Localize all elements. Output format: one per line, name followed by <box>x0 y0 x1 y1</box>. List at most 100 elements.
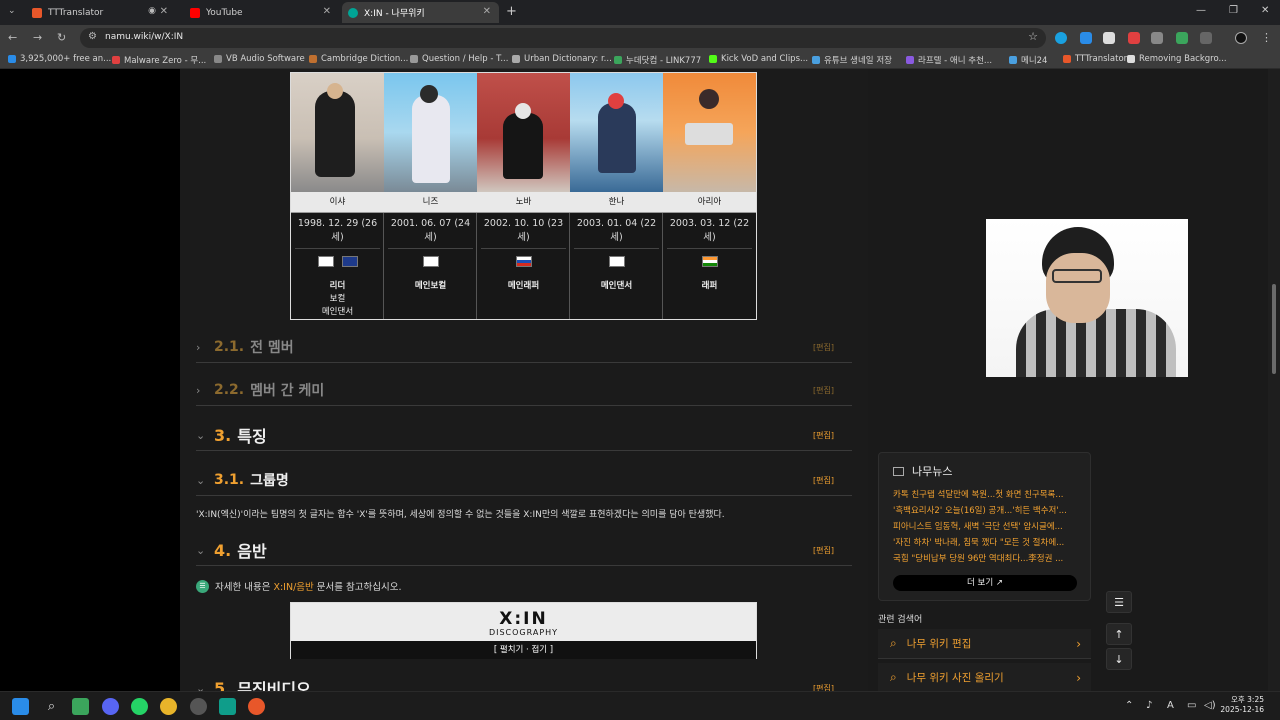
close-window-icon[interactable]: ✕ <box>1261 5 1269 16</box>
expand-chevron-icon: › <box>196 383 201 397</box>
chrome-menu-icon[interactable]: ⋮ <box>1261 31 1272 44</box>
search-icon[interactable]: ⌕ <box>43 698 60 715</box>
section-heading-3[interactable]: ⌄ 3. 특징 [편집] <box>196 422 852 448</box>
section-heading-4[interactable]: ⌄ 4. 음반 [편집] <box>196 537 852 563</box>
bookmark-favicon-icon <box>709 55 717 63</box>
edit-link[interactable]: [편집] <box>813 545 834 556</box>
section-heading-2-1[interactable]: › 2.1. 전 멤버 [편집] <box>196 334 852 360</box>
app-icon[interactable] <box>72 698 89 715</box>
bookmark-item[interactable]: VB Audio Software <box>214 54 305 64</box>
microphone-icon[interactable]: ♪ <box>1146 700 1152 711</box>
maximize-icon[interactable]: ❐ <box>1229 5 1238 16</box>
news-item[interactable]: '자진 하차' 박나래, 침묵 깼다 "모든 것 절차에... <box>893 536 1083 548</box>
back-icon[interactable]: ← <box>8 31 17 44</box>
tab-youtube[interactable]: YouTube ✕ <box>184 2 339 23</box>
extensions-puzzle-icon[interactable] <box>1200 32 1212 44</box>
news-more-button[interactable]: 더 보기 ↗ <box>893 575 1077 591</box>
member-nationality <box>477 256 570 270</box>
profile-avatar[interactable] <box>1235 32 1247 44</box>
news-item[interactable]: 피아니스트 임동혁, 새벽 '극단 선택' 암시글에... <box>893 520 1083 532</box>
system-clock[interactable]: 오후 3:25 2025-12-16 <box>1220 695 1264 715</box>
news-item[interactable]: 카톡 친구탭 석달만에 복원...첫 화면 친구목록... <box>893 488 1083 500</box>
scroll-bottom-button[interactable]: ↓ <box>1106 648 1132 670</box>
extension-icon[interactable] <box>1080 32 1092 44</box>
collapse-chevron-icon: ⌄ <box>196 543 206 557</box>
edit-link[interactable]: [편집] <box>813 342 834 353</box>
expand-chevron-icon: › <box>196 340 201 354</box>
tab-search-icon[interactable]: ⌄ <box>8 6 16 16</box>
section-heading-2-2[interactable]: › 2.2. 멤버 간 케미 [편집] <box>196 377 852 403</box>
site-info-icon[interactable]: ⚙ <box>88 31 97 42</box>
discography-box: X:IN DISCOGRAPHY [ 펼치기 · 접기 ] <box>290 602 757 659</box>
bookmark-item[interactable]: Cambridge Diction... <box>309 54 408 64</box>
tab-xin-namuwiki[interactable]: X:IN - 나무위키 ✕ <box>342 2 499 23</box>
bookmark-item[interactable]: 3,925,000+ free an... <box>8 54 111 64</box>
app-icon[interactable] <box>219 698 236 715</box>
section-heading-5[interactable]: ⌄ 5. 뮤직비디오 [편집] <box>196 675 852 692</box>
bookmark-item[interactable]: Question / Help - T... <box>410 54 508 64</box>
network-icon[interactable]: ▭ <box>1187 700 1196 711</box>
bookmark-item[interactable]: 메니24 <box>1009 54 1047 66</box>
bookmark-item[interactable]: Kick VoD and Clips... <box>709 54 808 64</box>
scrollbar-thumb[interactable] <box>1272 284 1276 374</box>
edit-link[interactable]: [편집] <box>813 475 834 486</box>
collapse-chevron-icon: ⌄ <box>196 428 206 442</box>
scroll-top-button[interactable]: ↑ <box>1106 623 1132 645</box>
member-name: 한나 <box>570 192 663 213</box>
arrow-up-icon: ↑ <box>1114 627 1124 641</box>
address-bar[interactable]: ⚙ namu.wiki/w/X:IN ☆ <box>80 28 1046 48</box>
page-scrollbar[interactable] <box>1268 69 1280 691</box>
external-link-icon: ↗ <box>995 578 1003 588</box>
news-item[interactable]: 국힘 "당비납부 당원 96만 역대최다...李정권 ... <box>893 552 1083 564</box>
bookmark-item[interactable]: Malware Zero - 무... <box>112 54 206 66</box>
bookmark-item[interactable]: Urban Dictionary: r... <box>512 54 612 64</box>
app-icon[interactable] <box>190 698 207 715</box>
new-tab-button[interactable]: + <box>506 4 517 19</box>
windows-start-icon[interactable] <box>12 698 29 715</box>
info-icon: ☰ <box>196 579 209 593</box>
extension-icon[interactable] <box>1055 32 1067 44</box>
edit-link[interactable]: [편집] <box>813 683 834 692</box>
bookmark-favicon-icon <box>512 55 520 63</box>
section-heading-3-1[interactable]: ⌄ 3.1. 그룹명 [편집] <box>196 467 852 493</box>
bookmark-favicon-icon <box>1063 55 1071 63</box>
close-tab-icon[interactable]: ✕ <box>483 6 491 17</box>
related-search-item[interactable]: ⌕ 나무 위키 사진 올리기 › <box>878 663 1091 691</box>
tttranslator-favicon-icon <box>32 7 42 18</box>
close-tab-icon[interactable]: ✕ <box>160 6 168 17</box>
url-text: namu.wiki/w/X:IN <box>105 32 184 42</box>
member-nationality <box>384 256 477 270</box>
album-doc-link[interactable]: X:IN/음반 <box>273 579 313 593</box>
extension-icon[interactable] <box>1103 32 1115 44</box>
taskbar: ⌕ ⌃ ♪ A ▭ ◁) 오후 3:25 2025-12-16 <box>0 691 1280 720</box>
minimize-icon[interactable]: — <box>1196 5 1206 16</box>
bookmark-item[interactable]: 유튜브 생네일 저장 <box>812 54 892 66</box>
extension-icon[interactable] <box>1176 32 1188 44</box>
expand-collapse-toggle[interactable]: [ 펼치기 · 접기 ] <box>291 641 756 659</box>
bookmark-item[interactable]: 누데닷컴 - LINK777 <box>614 54 701 66</box>
toc-button[interactable]: ☰ <box>1106 591 1132 613</box>
member-birthdate: 2003. 03. 12 (22세) <box>667 217 752 249</box>
tab-tttranslator[interactable]: TTTranslator ◉ ✕ <box>26 2 176 23</box>
edit-link[interactable]: [편집] <box>813 430 834 441</box>
close-tab-icon[interactable]: ✕ <box>323 6 331 17</box>
whatsapp-icon[interactable] <box>131 698 148 715</box>
chrome-icon[interactable] <box>160 698 177 715</box>
search-icon: ⌕ <box>890 670 897 684</box>
related-search-item[interactable]: ⌕ 나무 위키 편집 › <box>878 629 1091 659</box>
bookmark-item[interactable]: TTTranslator <box>1063 54 1127 64</box>
app-icon[interactable] <box>248 698 265 715</box>
extension-icon[interactable] <box>1151 32 1163 44</box>
language-icon[interactable]: A <box>1167 700 1174 711</box>
extension-icon[interactable] <box>1128 32 1140 44</box>
volume-icon[interactable]: ◁) <box>1204 700 1216 711</box>
news-item[interactable]: '흑백요리사2' 오늘(16일) 공개...'히든 백수저'... <box>893 504 1083 516</box>
forward-icon[interactable]: → <box>33 31 42 44</box>
bookmark-item[interactable]: Removing Backgro... <box>1127 54 1227 64</box>
reload-icon[interactable]: ↻ <box>57 31 66 44</box>
bookmark-star-icon[interactable]: ☆ <box>1028 30 1038 43</box>
tray-overflow-icon[interactable]: ⌃ <box>1125 700 1133 711</box>
discord-icon[interactable] <box>102 698 119 715</box>
edit-link[interactable]: [편집] <box>813 385 834 396</box>
bookmark-item[interactable]: 라프텔 - 애니 추천... <box>906 54 992 66</box>
